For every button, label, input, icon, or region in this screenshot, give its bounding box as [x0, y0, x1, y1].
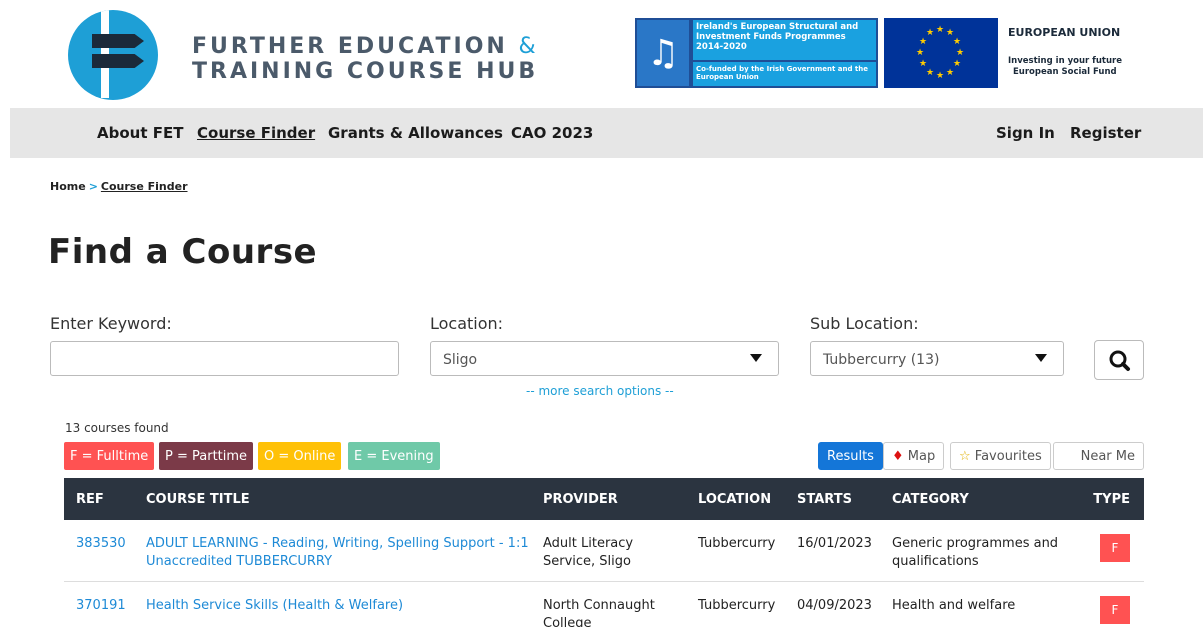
- breadcrumb-home[interactable]: Home: [50, 180, 86, 193]
- breadcrumb-current[interactable]: Course Finder: [101, 180, 188, 193]
- logo-line-1: FURTHER EDUCATION: [192, 34, 508, 59]
- esif-subtitle: Co-funded by the Irish Government and th…: [693, 62, 876, 86]
- row-category-line-1: Generic programmes and: [892, 536, 1059, 551]
- row-provider: North Connaught College: [543, 597, 655, 627]
- column-header-type: TYPE: [1093, 492, 1130, 507]
- table-row: 370191 Health Service Skills (Health & W…: [64, 582, 1144, 627]
- row-title-line-1: Health Service Skills (Health & Welfare): [146, 598, 404, 613]
- eu-subtitle: Investing in your future European Social…: [1008, 56, 1122, 78]
- star-icon: ☆: [959, 449, 971, 464]
- more-search-options-link[interactable]: -- more search options --: [526, 384, 674, 398]
- nav-grants-allowances[interactable]: Grants & Allowances: [328, 124, 503, 142]
- row-ref-link[interactable]: 370191: [76, 597, 126, 615]
- legend-online: O = Online: [258, 442, 342, 470]
- keyword-label: Enter Keyword:: [50, 314, 172, 333]
- esif-title: Ireland's European Structural and Invest…: [693, 20, 876, 60]
- eu-flag-icon: ★ ★ ★ ★ ★ ★ ★ ★ ★ ★ ★ ★: [884, 18, 998, 88]
- sublocation-select[interactable]: Tubbercurry (13): [810, 341, 1064, 376]
- row-title-link[interactable]: Health Service Skills (Health & Welfare): [146, 597, 403, 615]
- search-icon: [1109, 350, 1130, 371]
- results-count: 13 courses found: [65, 421, 169, 435]
- row-location: Tubbercurry: [698, 598, 776, 613]
- column-header-category: CATEGORY: [892, 492, 969, 507]
- chevron-down-icon: [750, 354, 762, 362]
- row-provider-line-1: Adult Literacy: [543, 536, 634, 551]
- chevron-down-icon: [1035, 354, 1047, 362]
- logo-ampersand: &: [518, 34, 539, 59]
- map-view-label: Map: [907, 449, 936, 464]
- register-link[interactable]: Register: [1070, 124, 1141, 142]
- page-title: Find a Course: [48, 232, 318, 272]
- sign-in-link[interactable]: Sign In: [996, 124, 1055, 142]
- type-badge-fulltime: F: [1100, 534, 1130, 562]
- row-category: Generic programmes and qualifications: [892, 535, 1058, 571]
- harp-icon: ♫: [637, 20, 689, 86]
- nav-about-fet[interactable]: About FET: [97, 124, 183, 142]
- row-ref-link[interactable]: 383530: [76, 535, 126, 553]
- legend-evening: E = Evening: [348, 442, 440, 470]
- row-provider-line-1: North Connaught: [543, 598, 655, 613]
- location-label: Location:: [430, 314, 504, 333]
- esif-badge: ♫ Ireland's European Structural and Inve…: [635, 18, 878, 88]
- eu-subtitle-line-2: European Social Fund: [1013, 67, 1117, 77]
- breadcrumb: Home > Course Finder: [50, 180, 188, 193]
- column-header-ref: REF: [76, 492, 104, 507]
- favourites-button[interactable]: ☆ Favourites: [950, 442, 1051, 470]
- favourites-label: Favourites: [974, 449, 1042, 464]
- results-view-button[interactable]: Results: [818, 442, 883, 470]
- legend-fulltime: F = Fulltime: [64, 442, 155, 470]
- search-button[interactable]: [1094, 340, 1144, 380]
- row-title-line-2: Unaccredited TUBBERCURRY: [146, 554, 333, 569]
- breadcrumb-separator: >: [88, 180, 98, 193]
- column-header-location: LOCATION: [698, 492, 772, 507]
- nav-course-finder[interactable]: Course Finder: [197, 124, 315, 142]
- row-category-line-2: qualifications: [892, 554, 979, 569]
- site-logo-text[interactable]: FURTHER EDUCATION & TRAINING COURSE HUB: [192, 34, 539, 84]
- results-table: REF COURSE TITLE PROVIDER LOCATION START…: [64, 478, 1144, 627]
- row-starts: 04/09/2023: [797, 598, 872, 613]
- near-me-button[interactable]: Near Me: [1053, 442, 1144, 470]
- map-view-button[interactable]: ♦ Map: [883, 442, 945, 470]
- row-starts: 16/01/2023: [797, 536, 872, 551]
- row-title-line-1: ADULT LEARNING - Reading, Writing, Spell…: [146, 536, 529, 551]
- eu-subtitle-line-1: Investing in your future: [1008, 56, 1122, 66]
- legend-parttime: P = Parttime: [159, 442, 254, 470]
- logo-line-2: TRAINING COURSE HUB: [192, 59, 539, 84]
- type-badge-fulltime: F: [1100, 596, 1130, 624]
- column-header-title: COURSE TITLE: [146, 492, 250, 507]
- row-provider-line-2: Service, Sligo: [543, 554, 631, 569]
- site-header: FURTHER EDUCATION & TRAINING COURSE HUB …: [0, 0, 1203, 108]
- main-nav: About FET Course Finder Grants & Allowan…: [10, 108, 1203, 158]
- column-header-starts: STARTS: [797, 492, 852, 507]
- row-location: Tubbercurry: [698, 536, 776, 551]
- row-category-line-1: Health and welfare: [892, 598, 1016, 613]
- row-category: Health and welfare: [892, 597, 1015, 615]
- map-pin-icon: ♦: [892, 449, 904, 464]
- location-select[interactable]: Sligo: [430, 341, 779, 376]
- table-header: REF COURSE TITLE PROVIDER LOCATION START…: [64, 478, 1144, 520]
- eu-title: EUROPEAN UNION: [1008, 26, 1121, 39]
- nav-cao-2023[interactable]: CAO 2023: [511, 124, 593, 142]
- logo-signpost-icon[interactable]: [68, 10, 158, 100]
- sublocation-label: Sub Location:: [810, 314, 919, 333]
- keyword-input[interactable]: [50, 341, 399, 376]
- location-select-value: Sligo: [443, 352, 478, 368]
- table-row: 383530 ADULT LEARNING - Reading, Writing…: [64, 520, 1144, 582]
- row-title-link[interactable]: ADULT LEARNING - Reading, Writing, Spell…: [146, 535, 529, 571]
- row-provider-line-2: College: [543, 616, 592, 627]
- row-provider: Adult Literacy Service, Sligo: [543, 535, 633, 571]
- column-header-provider: PROVIDER: [543, 492, 618, 507]
- sublocation-select-value: Tubbercurry (13): [823, 352, 940, 368]
